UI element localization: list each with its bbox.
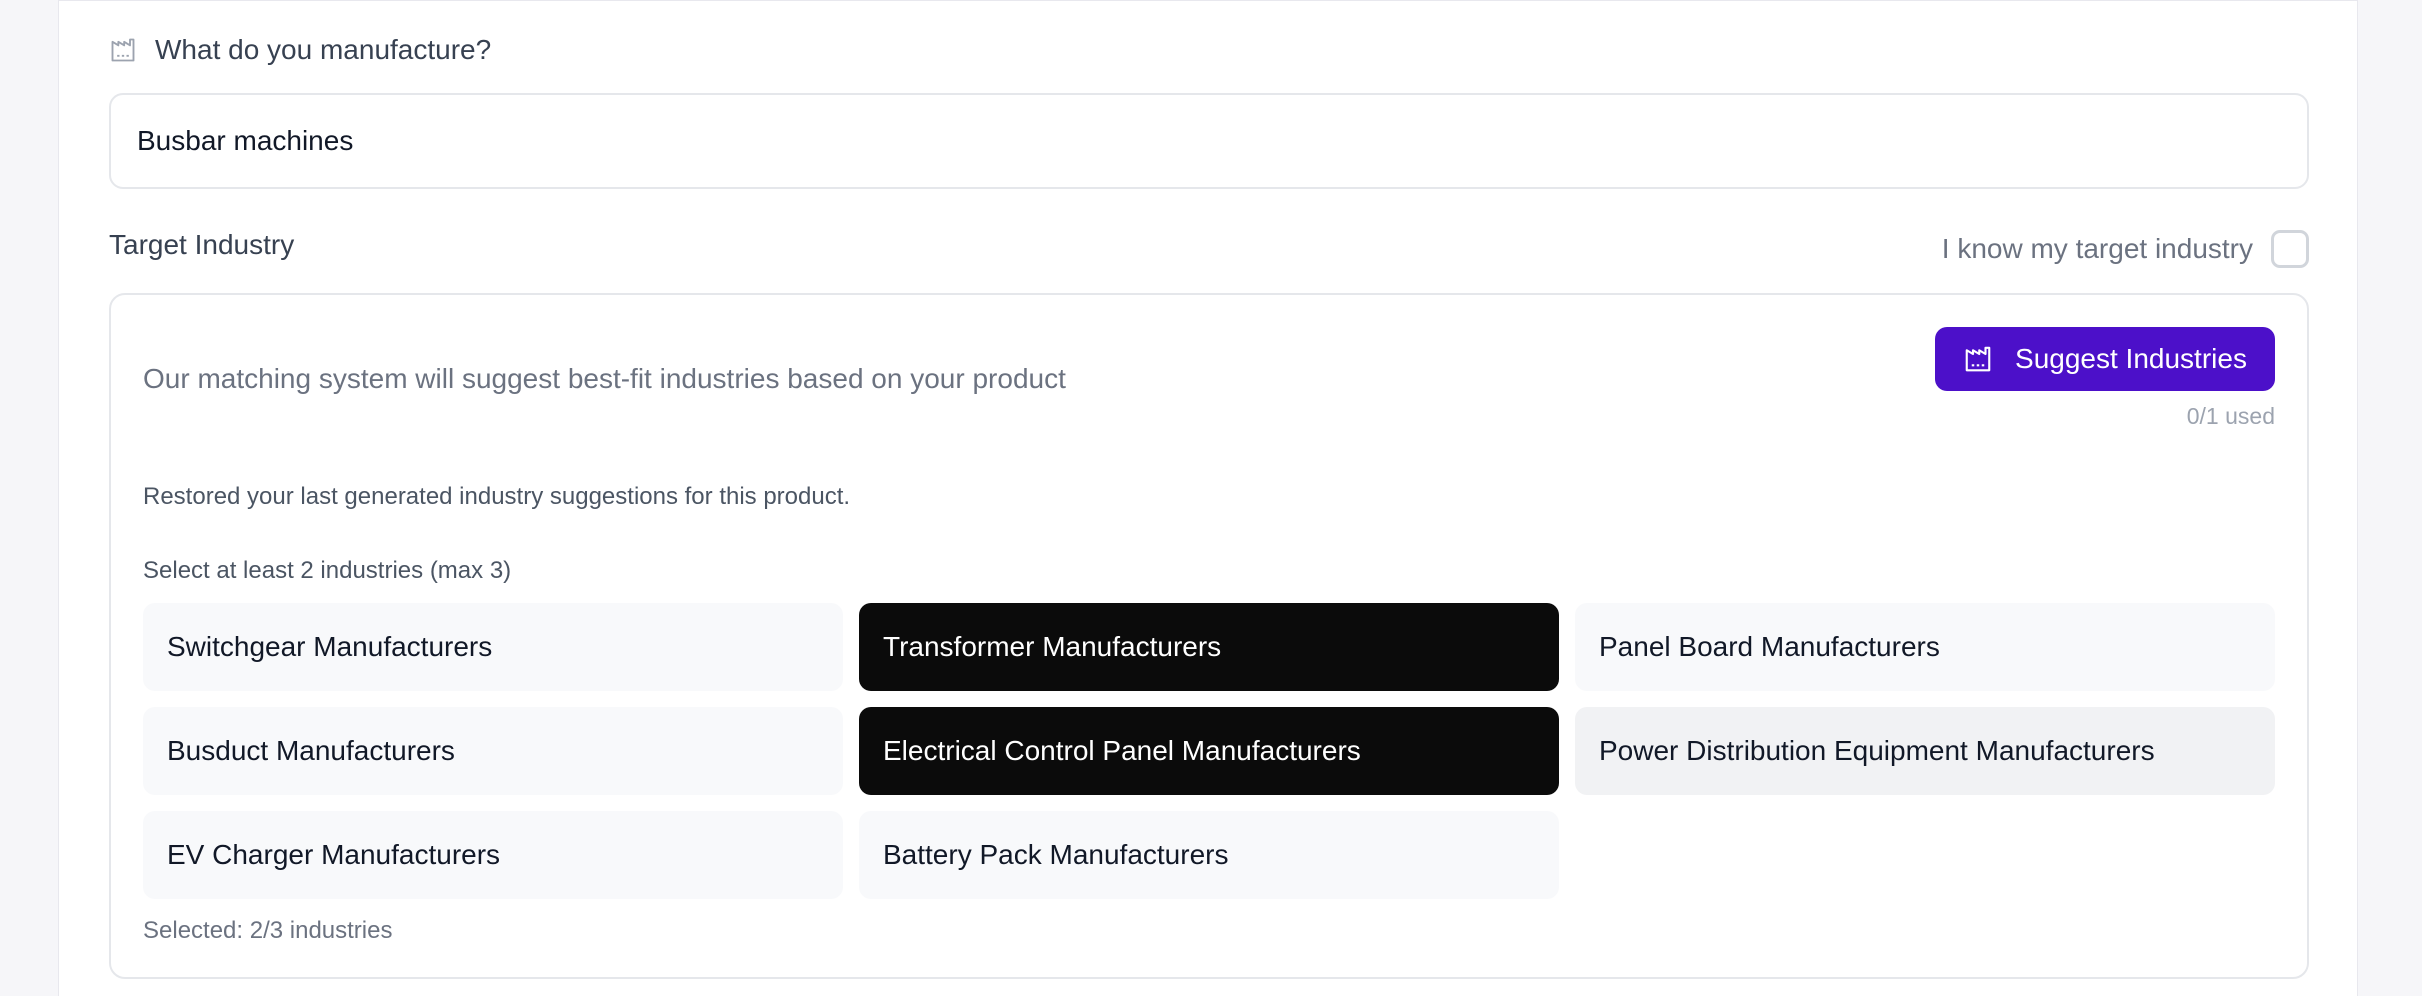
know-target-checkbox[interactable] xyxy=(2271,230,2309,268)
industry-option-battery-pack[interactable]: Battery Pack Manufacturers xyxy=(859,811,1559,899)
industry-options: Switchgear Manufacturers Transformer Man… xyxy=(143,603,2275,899)
industry-option-switchgear[interactable]: Switchgear Manufacturers xyxy=(143,603,843,691)
usage-counter: 0/1 used xyxy=(2186,403,2275,429)
factory-icon xyxy=(109,36,137,64)
manufacture-question: What do you manufacture? xyxy=(109,31,491,69)
matching-description: Our matching system will suggest best-fi… xyxy=(143,363,1066,394)
industry-option-ev-charger[interactable]: EV Charger Manufacturers xyxy=(143,811,843,899)
industry-option-power-distribution[interactable]: Power Distribution Equipment Manufacture… xyxy=(1575,707,2275,795)
restored-note: Restored your last generated industry su… xyxy=(143,483,851,510)
product-input[interactable] xyxy=(109,93,2309,189)
suggest-industries-label: Suggest Industries xyxy=(2015,343,2247,374)
know-target-label: I know my target industry xyxy=(1941,233,2253,264)
know-target-toggle[interactable]: I know my target industry xyxy=(1942,229,2309,269)
factory-icon xyxy=(1963,344,1993,374)
selected-count: Selected: 2/3 industries xyxy=(143,917,393,944)
industry-option-transformer[interactable]: Transformer Manufacturers xyxy=(859,603,1559,691)
manufacture-label: What do you manufacture? xyxy=(155,34,492,65)
target-industry-label: Target Industry xyxy=(109,229,295,260)
select-hint: Select at least 2 industries (max 3) xyxy=(143,557,512,584)
industry-option-busduct[interactable]: Busduct Manufacturers xyxy=(143,707,843,795)
industry-option-electrical-control-panel[interactable]: Electrical Control Panel Manufacturers xyxy=(859,707,1559,795)
industry-option-panel-board[interactable]: Panel Board Manufacturers xyxy=(1575,603,2275,691)
industry-suggestion-panel: Our matching system will suggest best-fi… xyxy=(109,293,2309,979)
form-card: What do you manufacture? Target Industry… xyxy=(58,0,2358,996)
suggest-industries-button[interactable]: Suggest Industries xyxy=(1935,327,2275,391)
